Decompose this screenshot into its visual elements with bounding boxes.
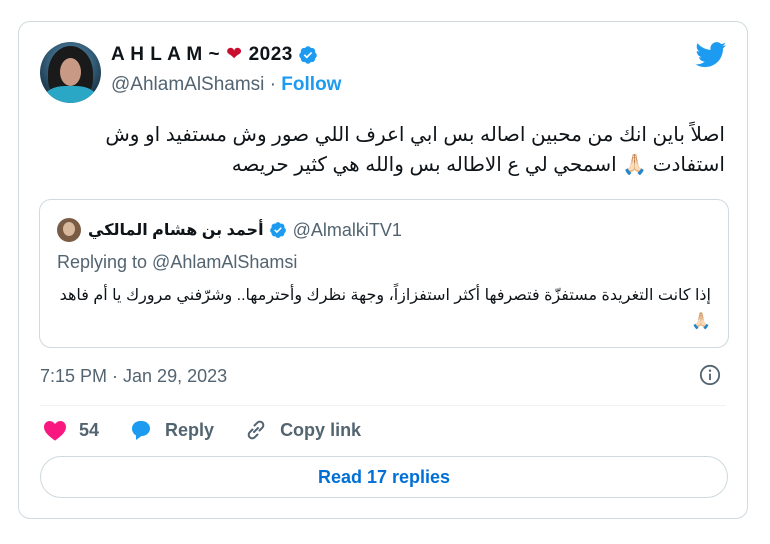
twitter-bird-icon[interactable]: [695, 42, 727, 68]
reply-label: Reply: [165, 419, 215, 440]
quoted-author-name[interactable]: أحمد بن هشام المالكي: [88, 220, 264, 240]
info-icon[interactable]: [699, 364, 721, 386]
copy-link-label: Copy link: [280, 419, 362, 440]
author-avatar[interactable]: [40, 42, 101, 103]
copy-link-button[interactable]: Copy link: [244, 418, 361, 442]
quoted-author-handle[interactable]: @AlmalkiTV1: [293, 220, 402, 241]
divider: [40, 405, 726, 406]
author-name-suffix: 2023: [248, 43, 293, 65]
verified-badge-icon: [269, 222, 286, 238]
heart-emoji: ❤: [226, 44, 243, 65]
author-name-prefix: A H L A M ~: [111, 43, 221, 65]
reply-bubble-icon: [132, 421, 151, 440]
quoted-tweet-header: أحمد بن هشام المالكي @AlmalkiTV1: [57, 218, 402, 242]
author-handle[interactable]: @AhlamAlShamsi: [111, 74, 264, 95]
tweet-text: اصلاً باين انك من محبين اصاله بس ابي اعر…: [105, 124, 725, 176]
read-replies-button[interactable]: Read 17 replies: [40, 456, 728, 498]
replying-to-text: Replying to @AhlamAlShamsi: [57, 252, 298, 272]
embedded-tweet-card: A H L A M ~ ❤ 2023 @AhlamAlShamsi · Foll…: [18, 21, 748, 519]
reply-button[interactable]: Reply: [129, 419, 214, 441]
separator-dot: ·: [269, 74, 277, 95]
author-handle-row: @AhlamAlShamsi · Follow: [111, 74, 341, 96]
verified-badge-icon: [299, 45, 317, 64]
like-button[interactable]: 54: [43, 419, 99, 441]
author-name[interactable]: A H L A M ~ ❤ 2023: [111, 43, 318, 66]
tweet-actions: 54 Reply Copy link: [43, 418, 391, 442]
quoted-tweet[interactable]: أحمد بن هشام المالكي @AlmalkiTV1 Replyin…: [39, 199, 729, 348]
follow-button[interactable]: Follow: [281, 74, 341, 95]
link-icon: [247, 420, 265, 440]
quoted-tweet-text: إذا كانت التغريدة مستفزّة فتصرفها أكثر ا…: [59, 287, 711, 330]
heart-icon: [44, 421, 66, 441]
like-count: 54: [79, 419, 100, 440]
quoted-author-avatar[interactable]: [57, 218, 81, 242]
tweet-timestamp[interactable]: 7:15 PM · Jan 29, 2023: [40, 366, 227, 387]
